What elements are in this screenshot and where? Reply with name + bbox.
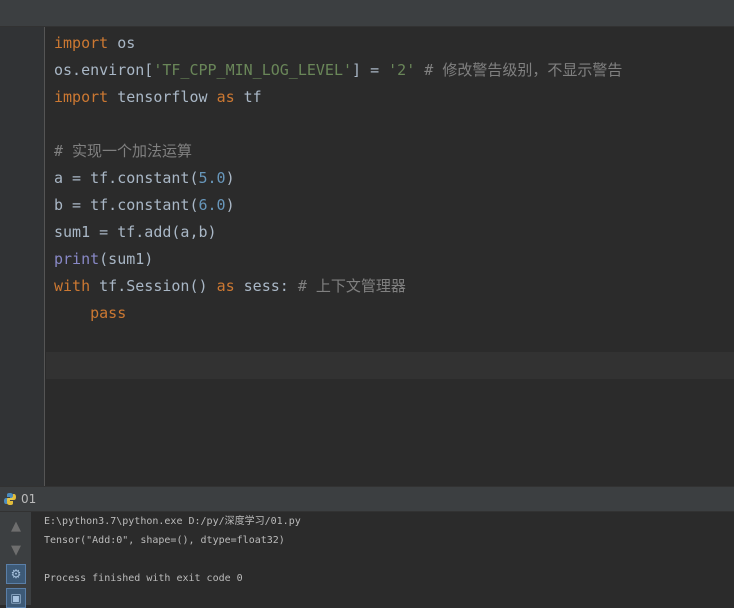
- code-token: print: [54, 250, 100, 268]
- console-line: Tensor("Add:0", shape=(), dtype=float32): [44, 535, 285, 546]
- code-token: sess:: [234, 277, 298, 295]
- code-editor[interactable]: import os os.environ['TF_CPP_MIN_LOG_LEVE…: [46, 27, 734, 486]
- code-token: # 实现一个加法运算: [54, 142, 193, 160]
- code-token: # 上下文管理器: [297, 277, 406, 295]
- code-line: a = tf.constant(5.0): [54, 165, 235, 192]
- code-token: ): [225, 196, 235, 214]
- code-line: with tf.Session() as sess: # 上下文管理器: [54, 273, 406, 300]
- code-line: sum1 = tf.add(a,b): [54, 219, 217, 246]
- code-line: pass: [54, 300, 126, 327]
- code-token: ] =: [352, 61, 389, 79]
- code-token: '2': [388, 61, 416, 79]
- rerun-up-icon[interactable]: ▲: [6, 516, 26, 536]
- code-line: os.environ['TF_CPP_MIN_LOG_LEVEL'] = '2'…: [54, 57, 622, 84]
- code-line: b = tf.constant(6.0): [54, 192, 235, 219]
- code-token: import: [54, 88, 109, 106]
- console-line: Process finished with exit code 0: [44, 573, 243, 584]
- run-tab-label[interactable]: 01: [21, 487, 36, 512]
- code-token: as: [216, 277, 235, 295]
- code-token: 5.0: [198, 169, 226, 187]
- code-token: import: [54, 34, 109, 52]
- code-token: # 修改警告级别，不显示警告: [415, 61, 623, 79]
- code-line: import tensorflow as tf: [54, 84, 262, 111]
- code-token: pass: [90, 304, 127, 322]
- code-token: with: [54, 277, 91, 295]
- settings-icon[interactable]: ⚙: [6, 564, 26, 584]
- pin-icon[interactable]: ▣: [6, 588, 26, 608]
- code-token: 6.0: [198, 196, 226, 214]
- console-output[interactable]: E:\python3.7\python.exe D:/py/深度学习/01.py…: [32, 512, 734, 605]
- code-line: # 实现一个加法运算: [54, 138, 192, 165]
- code-token: tensorflow: [108, 88, 217, 106]
- console-line: E:\python3.7\python.exe D:/py/深度学习/01.py: [44, 516, 301, 527]
- run-toolbar: ▲ ▼ ⚙ ▣: [0, 512, 32, 608]
- code-token: sum1 = tf.add(a,b): [54, 223, 217, 241]
- editor-tab-bar: [0, 0, 734, 27]
- code-line: print(sum1): [54, 246, 153, 273]
- code-token: tf: [234, 88, 262, 106]
- code-token: (sum1): [99, 250, 154, 268]
- code-token: ): [225, 169, 235, 187]
- code-token: a = tf.constant(: [54, 169, 199, 187]
- code-token: os: [108, 34, 136, 52]
- code-line: import os: [54, 30, 135, 57]
- code-token: os.environ[: [54, 61, 154, 79]
- python-icon: [4, 493, 16, 505]
- code-token: 'TF_CPP_MIN_LOG_LEVEL': [153, 61, 353, 79]
- code-token: tf.Session(): [90, 277, 217, 295]
- current-line-highlight: [46, 352, 734, 379]
- code-token: b = tf.constant(: [54, 196, 199, 214]
- scroll-down-icon[interactable]: ▼: [6, 540, 26, 560]
- run-panel-header: 01: [0, 486, 734, 512]
- line-number-gutter: [0, 27, 45, 486]
- code-token: as: [216, 88, 235, 106]
